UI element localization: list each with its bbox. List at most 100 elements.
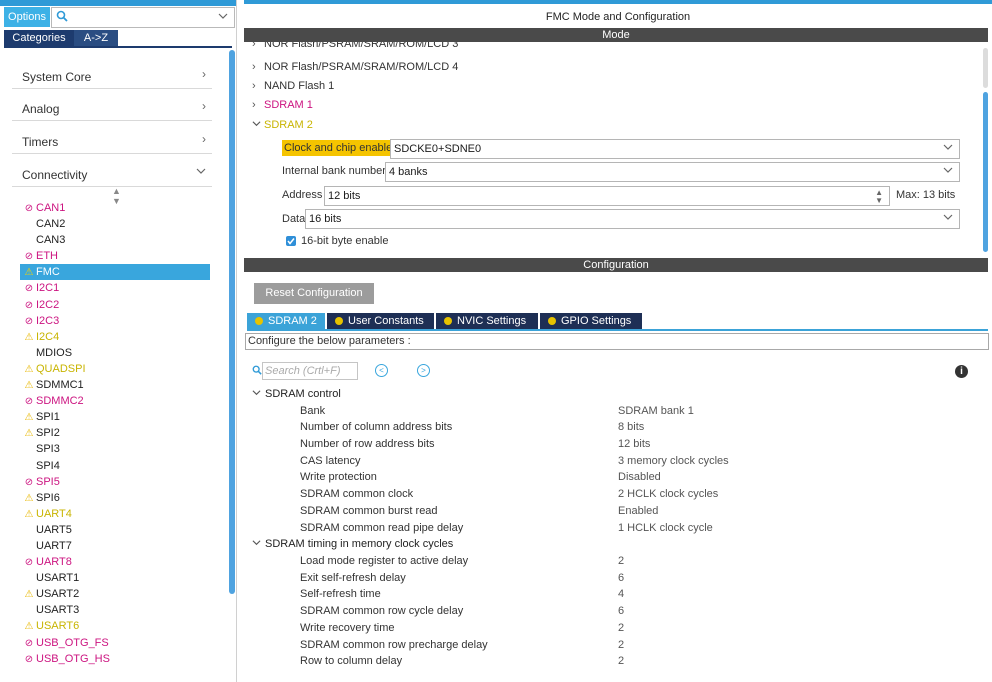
param-value[interactable]: 2 <box>618 555 624 567</box>
tab-user-constants[interactable]: User Constants <box>327 313 434 329</box>
param-value[interactable]: 1 HCLK clock cycle <box>618 522 713 534</box>
param-name[interactable]: Number of column address bits <box>300 421 452 433</box>
param-name[interactable]: SDRAM common clock <box>300 488 413 500</box>
ip-item-usart2[interactable]: ⚠ USART2 <box>22 586 212 602</box>
param-name[interactable]: Self-refresh time <box>300 588 381 600</box>
param-name[interactable]: Row to column delay <box>300 655 402 667</box>
param-name[interactable]: Number of row address bits <box>300 438 435 450</box>
ip-item-spi6[interactable]: ⚠ SPI6 <box>22 490 212 506</box>
ip-item-sdmmc2[interactable]: ⊘ SDMMC2 <box>22 393 212 409</box>
param-name[interactable]: Load mode register to active delay <box>300 555 468 567</box>
param-value[interactable]: 2 HCLK clock cycles <box>618 488 718 500</box>
param-name[interactable]: CAS latency <box>300 455 361 467</box>
ip-item-spi4[interactable]: SPI4 <box>22 458 212 474</box>
search-next-icon[interactable]: > <box>417 364 430 377</box>
param-value[interactable]: 6 <box>618 572 624 584</box>
ip-item-uart5[interactable]: UART5 <box>22 522 212 538</box>
param-name[interactable]: SDRAM common row cycle delay <box>300 605 463 617</box>
param-value[interactable]: 4 <box>618 588 624 600</box>
param-value[interactable]: 12 bits <box>618 438 650 450</box>
address-spinner[interactable]: 12 bits ▲ ▼ <box>324 186 890 206</box>
param-name[interactable]: Bank <box>300 405 325 417</box>
category-system-core[interactable]: System Core › <box>12 56 212 89</box>
search-previous-icon[interactable]: < <box>375 364 388 377</box>
category-analog[interactable]: Analog › <box>12 88 212 121</box>
ip-item-can3[interactable]: CAN3 <box>22 232 212 248</box>
ip-label: ETH <box>36 250 58 263</box>
ip-item-spi5[interactable]: ⊘ SPI5 <box>22 474 212 490</box>
param-group[interactable]: SDRAM timing in memory clock cycles <box>252 538 453 550</box>
info-icon[interactable]: i <box>955 365 968 378</box>
ip-item-eth[interactable]: ⊘ ETH <box>22 248 212 264</box>
data-width-select[interactable]: 16 bits <box>305 209 960 229</box>
byte-enable-checkbox[interactable] <box>286 236 296 246</box>
ip-item-usart6[interactable]: ⚠ USART6 <box>22 618 212 634</box>
param-value[interactable]: 2 <box>618 655 624 667</box>
ip-item-usart3[interactable]: USART3 <box>22 602 212 618</box>
warning-icon: ⚠ <box>24 380 34 392</box>
ip-item-can2[interactable]: CAN2 <box>22 216 212 232</box>
param-value[interactable]: 6 <box>618 605 624 617</box>
tab-categories[interactable]: Categories <box>4 30 74 46</box>
ip-item-spi1[interactable]: ⚠ SPI1 <box>22 409 212 425</box>
mode-scrollbar[interactable] <box>983 92 988 252</box>
category-timers[interactable]: Timers › <box>12 121 212 154</box>
ip-search-input[interactable] <box>51 7 235 28</box>
byte-enable-label: 16-bit byte enable <box>301 235 389 247</box>
param-name[interactable]: SDRAM common burst read <box>300 505 438 517</box>
param-name[interactable]: Write recovery time <box>300 622 395 634</box>
param-value[interactable]: SDRAM bank 1 <box>618 405 694 417</box>
tab-gpio-settings[interactable]: GPIO Settings <box>540 313 642 329</box>
tree-item-nor-3[interactable]: › NOR Flash/PSRAM/SRAM/ROM/LCD 3 <box>252 42 458 50</box>
ip-item-spi2[interactable]: ⚠ SPI2 <box>22 425 212 441</box>
param-value[interactable]: 2 <box>618 639 624 651</box>
ip-item-can1[interactable]: ⊘ CAN1 <box>22 200 212 216</box>
param-name[interactable]: Exit self-refresh delay <box>300 572 406 584</box>
ip-item-i2c1[interactable]: ⊘ I2C1 <box>22 280 212 296</box>
ip-item-uart7[interactable]: UART7 <box>22 538 212 554</box>
tree-item-nor-4[interactable]: › NOR Flash/PSRAM/SRAM/ROM/LCD 4 <box>252 61 458 73</box>
param-group[interactable]: SDRAM control <box>252 388 341 400</box>
tab-a-z[interactable]: A->Z <box>74 30 118 46</box>
param-name[interactable]: Write protection <box>300 471 377 483</box>
ip-item-i2c3[interactable]: ⊘ I2C3 <box>22 313 212 329</box>
param-value[interactable]: 2 <box>618 622 624 634</box>
param-value[interactable]: Enabled <box>618 505 658 517</box>
param-name[interactable]: SDRAM common read pipe delay <box>300 522 463 534</box>
chevron-down-icon[interactable] <box>218 11 228 24</box>
tab-nvic-settings[interactable]: NVIC Settings <box>436 313 538 329</box>
warning-icon: ⚠ <box>24 589 34 601</box>
clock-chip-enable-select[interactable]: SDCKE0+SDNE0 <box>390 139 960 159</box>
ip-item-uart4[interactable]: ⚠ UART4 <box>22 506 212 522</box>
ip-item-sdmmc1[interactable]: ⚠ SDMMC1 <box>22 377 212 393</box>
ip-item-mdios[interactable]: MDIOS <box>22 345 212 361</box>
parameter-search-input[interactable]: Search (Crtl+F) <box>262 362 358 380</box>
tree-item-nand-1[interactable]: › NAND Flash 1 <box>252 80 334 92</box>
ip-item-uart8[interactable]: ⊘ UART8 <box>22 554 212 570</box>
param-name[interactable]: SDRAM common row precharge delay <box>300 639 488 651</box>
ip-item-spi3[interactable]: SPI3 <box>22 441 212 457</box>
reset-configuration-button[interactable]: Reset Configuration <box>254 283 374 304</box>
spinner-arrows-icon[interactable]: ▲ ▼ <box>875 189 883 205</box>
ip-item-i2c2[interactable]: ⊘ I2C2 <box>22 297 212 313</box>
options-button[interactable]: Options <box>4 7 50 27</box>
chevron-right-icon: › <box>252 99 256 111</box>
ip-item-usb-otg-hs[interactable]: ⊘ USB_OTG_HS <box>22 651 212 667</box>
tree-item-sdram-2[interactable]: SDRAM 2 <box>252 119 313 131</box>
bank-number-select[interactable]: 4 banks <box>385 162 960 182</box>
ip-item-usart1[interactable]: USART1 <box>22 570 212 586</box>
left-scrollbar[interactable] <box>229 50 235 594</box>
ip-item-i2c4[interactable]: ⚠ I2C4 <box>22 329 212 345</box>
param-value[interactable]: 8 bits <box>618 421 644 433</box>
tree-item-sdram-1[interactable]: › SDRAM 1 <box>252 99 313 111</box>
param-value[interactable]: Disabled <box>618 471 661 483</box>
warning-icon: ⚠ <box>24 363 34 375</box>
param-value[interactable]: 3 memory clock cycles <box>618 455 729 467</box>
ip-item-quadspi[interactable]: ⚠ QUADSPI <box>22 361 212 377</box>
category-connectivity[interactable]: Connectivity <box>12 154 212 187</box>
ip-item-usb-otg-fs[interactable]: ⊘ USB_OTG_FS <box>22 635 212 651</box>
tab-sdram-2[interactable]: SDRAM 2 <box>247 313 325 329</box>
search-icon <box>56 10 68 25</box>
ip-item-fmc[interactable]: ⚠ FMC <box>20 264 210 281</box>
param-group-title: SDRAM timing in memory clock cycles <box>265 538 454 550</box>
